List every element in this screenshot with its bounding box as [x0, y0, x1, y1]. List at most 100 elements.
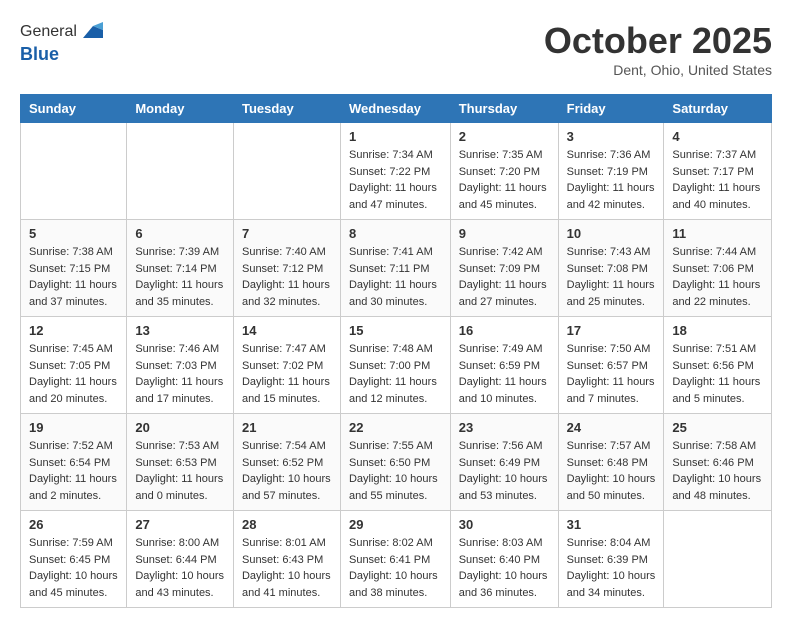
day-info: Sunrise: 8:00 AM Sunset: 6:44 PM Dayligh…	[135, 535, 225, 601]
day-number: 22	[349, 420, 442, 435]
calendar-cell	[233, 123, 340, 220]
calendar-cell: 4 Sunrise: 7:37 AM Sunset: 7:17 PM Daylig…	[664, 123, 772, 220]
calendar-week-row: 5 Sunrise: 7:38 AM Sunset: 7:15 PM Daylig…	[21, 220, 772, 317]
weekday-header: Saturday	[664, 95, 772, 123]
calendar-cell: 13 Sunrise: 7:46 AM Sunset: 7:03 PM Dayli…	[127, 317, 234, 414]
calendar-cell	[664, 511, 772, 608]
day-number: 14	[242, 323, 332, 338]
day-info: Sunrise: 7:59 AM Sunset: 6:45 PM Dayligh…	[29, 535, 118, 601]
day-info: Sunrise: 7:36 AM Sunset: 7:19 PM Dayligh…	[567, 147, 656, 213]
calendar-cell: 9Sunrise: 7:42 AM Sunset: 7:09 PM Daylig…	[450, 220, 558, 317]
day-number: 16	[459, 323, 550, 338]
day-info: Sunrise: 8:01 AM Sunset: 6:43 PM Dayligh…	[242, 535, 332, 601]
day-info: Sunrise: 7:55 AM Sunset: 6:50 PM Dayligh…	[349, 438, 442, 504]
day-number: 7	[242, 226, 332, 241]
day-number: 5	[29, 226, 118, 241]
page-header: General Blue October 2025 Dent, Ohio, Un…	[20, 20, 772, 78]
weekday-header: Thursday	[450, 95, 558, 123]
day-number: 6	[135, 226, 225, 241]
calendar-cell: 15 Sunrise: 7:48 AM Sunset: 7:00 PM Dayli…	[340, 317, 450, 414]
weekday-header: Monday	[127, 95, 234, 123]
day-number: 23	[459, 420, 550, 435]
day-number: 13	[135, 323, 225, 338]
calendar-cell: 12Sunrise: 7:45 AM Sunset: 7:05 PM Dayli…	[21, 317, 127, 414]
day-number: 4	[672, 129, 763, 144]
calendar-cell: 5 Sunrise: 7:38 AM Sunset: 7:15 PM Daylig…	[21, 220, 127, 317]
calendar-cell: 1Sunrise: 7:34 AM Sunset: 7:22 PM Daylig…	[340, 123, 450, 220]
day-info: Sunrise: 7:38 AM Sunset: 7:15 PM Dayligh…	[29, 244, 118, 310]
day-number: 26	[29, 517, 118, 532]
day-info: Sunrise: 7:43 AM Sunset: 7:08 PM Dayligh…	[567, 244, 656, 310]
day-number: 8	[349, 226, 442, 241]
day-info: Sunrise: 8:04 AM Sunset: 6:39 PM Dayligh…	[567, 535, 656, 601]
day-info: Sunrise: 7:58 AM Sunset: 6:46 PM Dayligh…	[672, 438, 763, 504]
day-number: 19	[29, 420, 118, 435]
calendar-cell: 6 Sunrise: 7:39 AM Sunset: 7:14 PM Daylig…	[127, 220, 234, 317]
day-number: 15	[349, 323, 442, 338]
calendar-cell: 26 Sunrise: 7:59 AM Sunset: 6:45 PM Dayli…	[21, 511, 127, 608]
day-info: Sunrise: 7:37 AM Sunset: 7:17 PM Dayligh…	[672, 147, 763, 213]
location: Dent, Ohio, United States	[544, 62, 772, 78]
day-info: Sunrise: 7:56 AM Sunset: 6:49 PM Dayligh…	[459, 438, 550, 504]
day-number: 10	[567, 226, 656, 241]
day-info: Sunrise: 7:40 AM Sunset: 7:12 PM Dayligh…	[242, 244, 332, 310]
calendar-cell: 22 Sunrise: 7:55 AM Sunset: 6:50 PM Dayli…	[340, 414, 450, 511]
logo-blue: Blue	[20, 44, 103, 65]
calendar-cell: 18Sunrise: 7:51 AM Sunset: 6:56 PM Dayli…	[664, 317, 772, 414]
calendar-cell: 2 Sunrise: 7:35 AM Sunset: 7:20 PM Daylig…	[450, 123, 558, 220]
day-info: Sunrise: 7:48 AM Sunset: 7:00 PM Dayligh…	[349, 341, 442, 407]
day-info: Sunrise: 8:02 AM Sunset: 6:41 PM Dayligh…	[349, 535, 442, 601]
calendar-cell: 16 Sunrise: 7:49 AM Sunset: 6:59 PM Dayli…	[450, 317, 558, 414]
day-info: Sunrise: 7:44 AM Sunset: 7:06 PM Dayligh…	[672, 244, 763, 310]
day-number: 31	[567, 517, 656, 532]
logo: General Blue	[20, 20, 103, 65]
weekday-header: Wednesday	[340, 95, 450, 123]
calendar-cell: 7 Sunrise: 7:40 AM Sunset: 7:12 PM Daylig…	[233, 220, 340, 317]
day-info: Sunrise: 7:39 AM Sunset: 7:14 PM Dayligh…	[135, 244, 225, 310]
day-number: 28	[242, 517, 332, 532]
day-info: Sunrise: 7:41 AM Sunset: 7:11 PM Dayligh…	[349, 244, 442, 310]
calendar-cell: 21Sunrise: 7:54 AM Sunset: 6:52 PM Dayli…	[233, 414, 340, 511]
calendar-week-row: 19 Sunrise: 7:52 AM Sunset: 6:54 PM Dayli…	[21, 414, 772, 511]
calendar-cell: 8 Sunrise: 7:41 AM Sunset: 7:11 PM Daylig…	[340, 220, 450, 317]
day-number: 12	[29, 323, 118, 338]
day-number: 18	[672, 323, 763, 338]
calendar-cell: 28 Sunrise: 8:01 AM Sunset: 6:43 PM Dayli…	[233, 511, 340, 608]
calendar: SundayMondayTuesdayWednesdayThursdayFrid…	[20, 94, 772, 608]
calendar-cell: 10 Sunrise: 7:43 AM Sunset: 7:08 PM Dayli…	[558, 220, 664, 317]
day-number: 20	[135, 420, 225, 435]
day-info: Sunrise: 7:34 AM Sunset: 7:22 PM Dayligh…	[349, 147, 442, 213]
month-title: October 2025	[544, 20, 772, 62]
day-info: Sunrise: 7:50 AM Sunset: 6:57 PM Dayligh…	[567, 341, 656, 407]
calendar-cell: 30Sunrise: 8:03 AM Sunset: 6:40 PM Dayli…	[450, 511, 558, 608]
day-number: 24	[567, 420, 656, 435]
weekday-header: Friday	[558, 95, 664, 123]
calendar-cell	[21, 123, 127, 220]
calendar-cell: 14Sunrise: 7:47 AM Sunset: 7:02 PM Dayli…	[233, 317, 340, 414]
day-number: 17	[567, 323, 656, 338]
calendar-cell	[127, 123, 234, 220]
day-info: Sunrise: 7:52 AM Sunset: 6:54 PM Dayligh…	[29, 438, 118, 504]
calendar-week-row: 26 Sunrise: 7:59 AM Sunset: 6:45 PM Dayli…	[21, 511, 772, 608]
day-number: 29	[349, 517, 442, 532]
logo-general: General	[20, 23, 77, 41]
calendar-cell: 3Sunrise: 7:36 AM Sunset: 7:19 PM Daylig…	[558, 123, 664, 220]
day-info: Sunrise: 7:49 AM Sunset: 6:59 PM Dayligh…	[459, 341, 550, 407]
calendar-cell: 11 Sunrise: 7:44 AM Sunset: 7:06 PM Dayli…	[664, 220, 772, 317]
calendar-week-row: 1Sunrise: 7:34 AM Sunset: 7:22 PM Daylig…	[21, 123, 772, 220]
day-info: Sunrise: 7:46 AM Sunset: 7:03 PM Dayligh…	[135, 341, 225, 407]
day-number: 2	[459, 129, 550, 144]
calendar-cell: 31 Sunrise: 8:04 AM Sunset: 6:39 PM Dayli…	[558, 511, 664, 608]
calendar-cell: 29 Sunrise: 8:02 AM Sunset: 6:41 PM Dayli…	[340, 511, 450, 608]
calendar-cell: 23 Sunrise: 7:56 AM Sunset: 6:49 PM Dayli…	[450, 414, 558, 511]
calendar-header-row: SundayMondayTuesdayWednesdayThursdayFrid…	[21, 95, 772, 123]
day-info: Sunrise: 7:35 AM Sunset: 7:20 PM Dayligh…	[459, 147, 550, 213]
weekday-header: Tuesday	[233, 95, 340, 123]
day-number: 25	[672, 420, 763, 435]
calendar-cell: 25 Sunrise: 7:58 AM Sunset: 6:46 PM Dayli…	[664, 414, 772, 511]
day-number: 9	[459, 226, 550, 241]
day-number: 30	[459, 517, 550, 532]
calendar-cell: 19 Sunrise: 7:52 AM Sunset: 6:54 PM Dayli…	[21, 414, 127, 511]
calendar-week-row: 12Sunrise: 7:45 AM Sunset: 7:05 PM Dayli…	[21, 317, 772, 414]
day-number: 11	[672, 226, 763, 241]
